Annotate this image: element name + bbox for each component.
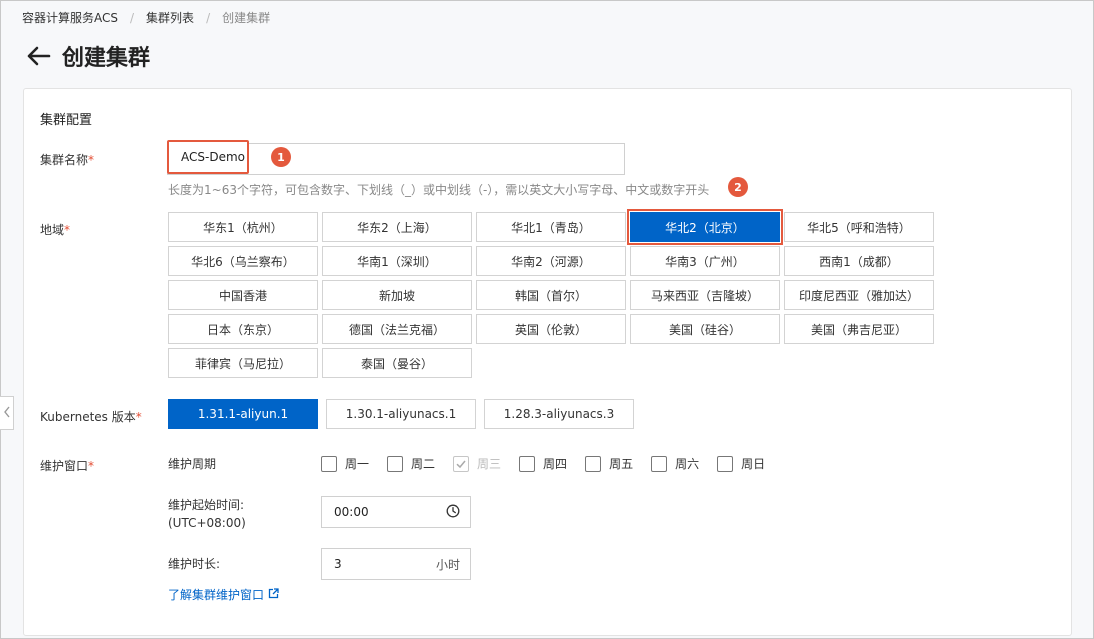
day-option-wed[interactable]: 周三 [453,455,501,472]
chevron-left-icon [3,405,11,422]
step-badge-1: 1 [271,147,291,167]
checkbox[interactable] [651,455,668,472]
region-option[interactable]: 华南2（河源） [476,246,626,276]
kubernetes-version-option[interactable]: 1.31.1-aliyun.1 [168,399,318,429]
region-option[interactable]: 日本（东京） [168,314,318,344]
maintenance-duration-label: 维护时长: [168,557,221,571]
step-badge-2: 2 [728,177,748,197]
region-option[interactable]: 中国香港 [168,280,318,310]
learn-maintenance-window-link[interactable]: 了解集群维护窗口 [168,586,279,603]
region-option[interactable]: 华北6（乌兰察布） [168,246,318,276]
region-option[interactable]: 华东1（杭州） [168,212,318,242]
region-option[interactable]: 华东2（上海） [322,212,472,242]
page-header: 创建集群 [26,40,150,72]
region-option[interactable]: 华北2（北京） [627,209,783,245]
breadcrumb: 容器计算服务ACS / 集群列表 / 创建集群 [22,9,270,26]
page-title: 创建集群 [62,46,151,71]
cluster-config-card: 集群配置 集群名称* ACS-Demo 1 长度为1~63个字符，可包含数字、下… [23,88,1072,636]
maintenance-duration-input[interactable]: 3 小时 [321,548,471,580]
clock-icon [446,504,460,521]
region-option[interactable]: 华南1（深圳） [322,246,472,276]
section-title: 集群配置 [40,113,93,128]
maintenance-start-label: 维护起始时间: (UTC+08:00) [168,498,246,530]
region-option[interactable]: 泰国（曼谷） [322,348,472,378]
region-option[interactable]: 美国（弗吉尼亚） [784,314,934,344]
cluster-name-value[interactable]: ACS-Demo [167,140,249,174]
kubernetes-version-option[interactable]: 1.28.3-aliyunacs.3 [484,399,634,429]
region-option[interactable]: 英国（伦敦） [476,314,626,344]
region-option[interactable]: 华北5（呼和浩特） [784,212,934,242]
checkbox[interactable] [387,455,404,472]
breadcrumb-cluster-list[interactable]: 集群列表 [146,9,194,26]
kubernetes-version-options: 1.31.1-aliyun.1 1.30.1-aliyunacs.1 1.28.… [168,399,634,429]
kubernetes-version-option[interactable]: 1.30.1-aliyunacs.1 [326,399,476,429]
region-option[interactable]: 美国（硅谷） [630,314,780,344]
maintenance-days: 周一 周二 周三 周四 周五 周六 周日 [321,455,783,472]
back-arrow-icon[interactable] [26,43,52,69]
duration-unit: 小时 [435,557,460,572]
maintenance-start-time-input[interactable]: 00:00 [321,496,471,528]
breadcrumb-separator: / [206,10,211,25]
region-option[interactable]: 华南3（广州） [630,246,780,276]
region-label: 地域* [40,223,71,237]
region-option[interactable]: 马来西亚（吉隆坡） [630,280,780,310]
region-option[interactable]: 韩国（首尔） [476,280,626,310]
region-option[interactable]: 华北1（青岛） [476,212,626,242]
region-option[interactable]: 菲律宾（马尼拉） [168,348,318,378]
sidebar-expand-handle[interactable] [0,396,14,430]
day-option-mon[interactable]: 周一 [321,455,369,472]
maintenance-period-label: 维护周期 [168,457,217,471]
kubernetes-version-label: Kubernetes 版本* [40,410,142,424]
region-option[interactable]: 新加坡 [322,280,472,310]
day-option-sat[interactable]: 周六 [651,455,699,472]
external-link-icon [268,587,279,602]
region-option[interactable]: 印度尼西亚（雅加达） [784,280,934,310]
breadcrumb-separator: / [130,10,135,25]
checkbox[interactable] [453,455,470,472]
day-option-sun[interactable]: 周日 [717,455,765,472]
breadcrumb-acs[interactable]: 容器计算服务ACS [22,9,118,26]
cluster-name-label: 集群名称* [40,153,95,167]
region-option[interactable]: 德国（法兰克福） [322,314,472,344]
maintenance-window-label: 维护窗口* [40,459,95,473]
cluster-name-hint: 长度为1~63个字符，可包含数字、下划线（_）或中划线（-），需以英文大小写字母… [168,183,710,197]
breadcrumb-create-cluster: 创建集群 [222,11,271,25]
checkbox[interactable] [717,455,734,472]
region-option[interactable]: 西南1（成都） [784,246,934,276]
day-option-tue[interactable]: 周二 [387,455,435,472]
checkbox[interactable] [321,455,337,472]
day-option-thu[interactable]: 周四 [519,455,567,472]
region-options: 华东1（杭州） 华东2（上海） 华北1（青岛） 华北2（北京） 华北5（呼和浩特… [168,209,934,378]
checkbox[interactable] [585,455,602,472]
checkbox[interactable] [519,455,536,472]
day-option-fri[interactable]: 周五 [585,455,633,472]
